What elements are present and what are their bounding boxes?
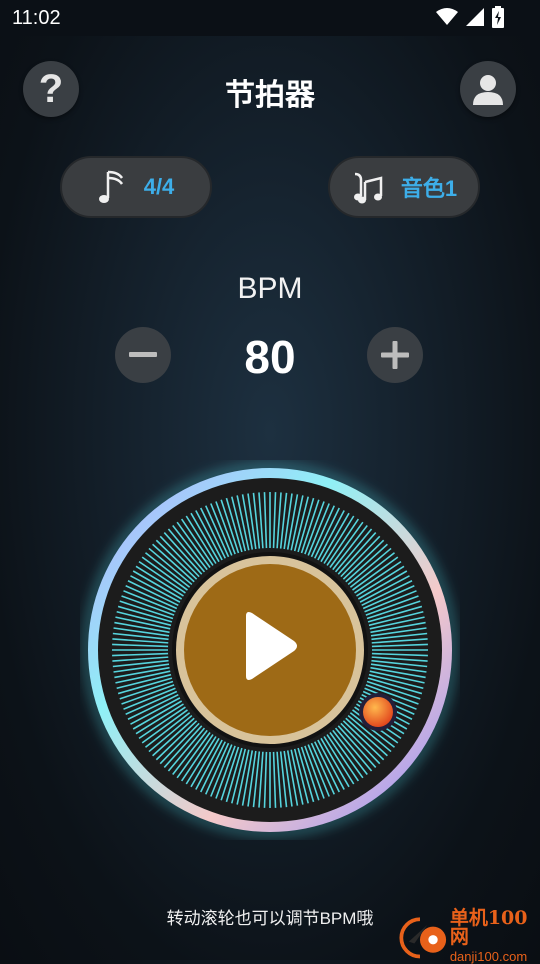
tone-label: 音色1 [400, 176, 458, 201]
watermark-url: danji100.com [449, 949, 528, 964]
watermark: 单机100网 danji100.com [392, 907, 540, 964]
status-bar: 11:02 [0, 0, 540, 36]
dial-knob[interactable] [363, 697, 393, 727]
signal-icon [466, 8, 484, 26]
watermark-logo [399, 917, 447, 959]
watermark-text: 单机100网 [449, 907, 528, 948]
bpm-value: 80 [244, 331, 296, 383]
tone-button[interactable]: 音色1 [328, 156, 480, 218]
music-note-icon [98, 170, 123, 203]
user-icon [473, 75, 503, 105]
bpm-label: BPM [237, 272, 303, 305]
music-notes-icon [353, 172, 383, 204]
increase-bpm-button[interactable] [367, 327, 423, 383]
plus-icon [381, 341, 409, 369]
time-signature-label: 4/4 [143, 174, 175, 199]
profile-button[interactable] [460, 61, 516, 117]
battery-icon [492, 6, 504, 28]
wifi-icon [436, 8, 458, 25]
status-icons [436, 6, 504, 28]
tempo-dial[interactable] [80, 460, 460, 840]
time-signature-button[interactable]: 4/4 [60, 156, 212, 218]
status-time: 11:02 [12, 7, 61, 29]
page-title: 节拍器 [225, 79, 315, 112]
